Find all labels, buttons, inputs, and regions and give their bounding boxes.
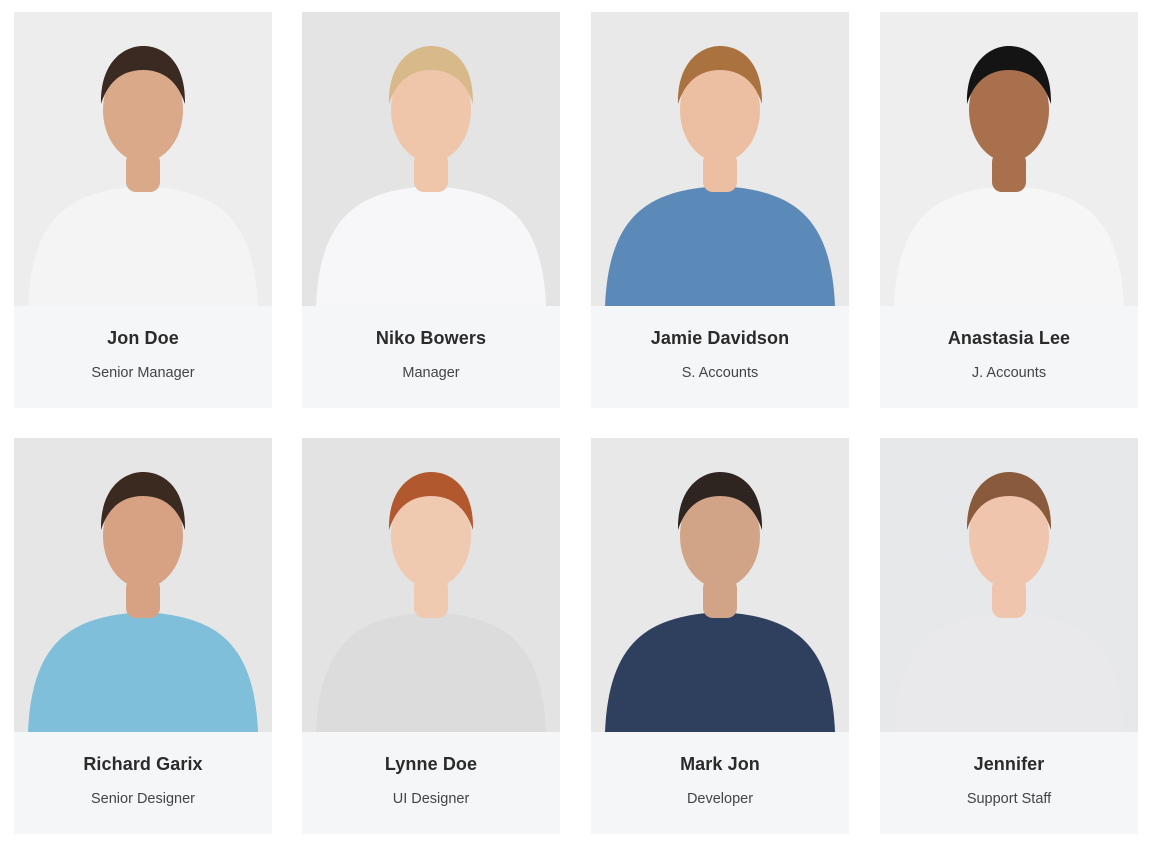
member-role: Senior Manager <box>91 365 195 381</box>
member-name: Mark Jon <box>680 754 760 774</box>
member-caption: Mark Jon Developer <box>591 732 849 834</box>
member-name: Richard Garix <box>83 754 203 774</box>
member-role: Senior Designer <box>91 791 195 807</box>
member-photo <box>302 438 560 732</box>
portrait-man-glasses-navy-shirt <box>591 438 849 732</box>
member-caption: Anastasia Lee J. Accounts <box>880 306 1138 408</box>
member-card[interactable]: Niko Bowers Manager <box>302 12 560 408</box>
member-caption: Jennifer Support Staff <box>880 732 1138 834</box>
portrait-woman-red-hair-bun <box>302 438 560 732</box>
member-caption: Jon Doe Senior Manager <box>14 306 272 408</box>
member-card[interactable]: Anastasia Lee J. Accounts <box>880 12 1138 408</box>
portrait-man-beard-white-tee <box>14 12 272 306</box>
member-name: Niko Bowers <box>375 328 487 348</box>
member-name: Anastasia Lee <box>947 328 1071 348</box>
member-caption: Richard Garix Senior Designer <box>14 732 272 834</box>
member-photo <box>880 438 1138 732</box>
portrait-man-red-beard-denim <box>591 12 849 306</box>
team-grid: Jon Doe Senior Manager Niko Bowers Manag… <box>0 0 1152 846</box>
member-name: Lynne Doe <box>384 754 478 774</box>
member-card[interactable]: Mark Jon Developer <box>591 438 849 834</box>
member-role: Manager <box>402 365 460 381</box>
member-photo <box>302 12 560 306</box>
member-photo <box>591 438 849 732</box>
member-photo <box>591 12 849 306</box>
member-card[interactable]: Richard Garix Senior Designer <box>14 438 272 834</box>
member-caption: Niko Bowers Manager <box>302 306 560 408</box>
member-card[interactable]: Jamie Davidson S. Accounts <box>591 12 849 408</box>
member-photo <box>14 438 272 732</box>
member-name: Jennifer <box>973 754 1045 774</box>
member-name: Jamie Davidson <box>650 328 790 348</box>
member-caption: Lynne Doe UI Designer <box>302 732 560 834</box>
member-card[interactable]: Lynne Doe UI Designer <box>302 438 560 834</box>
portrait-woman-bob-grey-sweater <box>880 438 1138 732</box>
member-role: Developer <box>686 791 754 807</box>
member-role: UI Designer <box>392 791 470 807</box>
portrait-woman-curly-hair-glasses <box>880 12 1138 306</box>
member-photo <box>880 12 1138 306</box>
portrait-man-beard-blue-polo <box>14 438 272 732</box>
member-name: Jon Doe <box>107 328 179 348</box>
member-photo <box>14 12 272 306</box>
member-card[interactable]: Jennifer Support Staff <box>880 438 1138 834</box>
member-role: Support Staff <box>966 791 1052 807</box>
member-caption: Jamie Davidson S. Accounts <box>591 306 849 408</box>
member-card[interactable]: Jon Doe Senior Manager <box>14 12 272 408</box>
member-role: S. Accounts <box>681 365 759 381</box>
portrait-woman-glasses-polka-dot <box>302 12 560 306</box>
member-role: J. Accounts <box>971 365 1047 381</box>
